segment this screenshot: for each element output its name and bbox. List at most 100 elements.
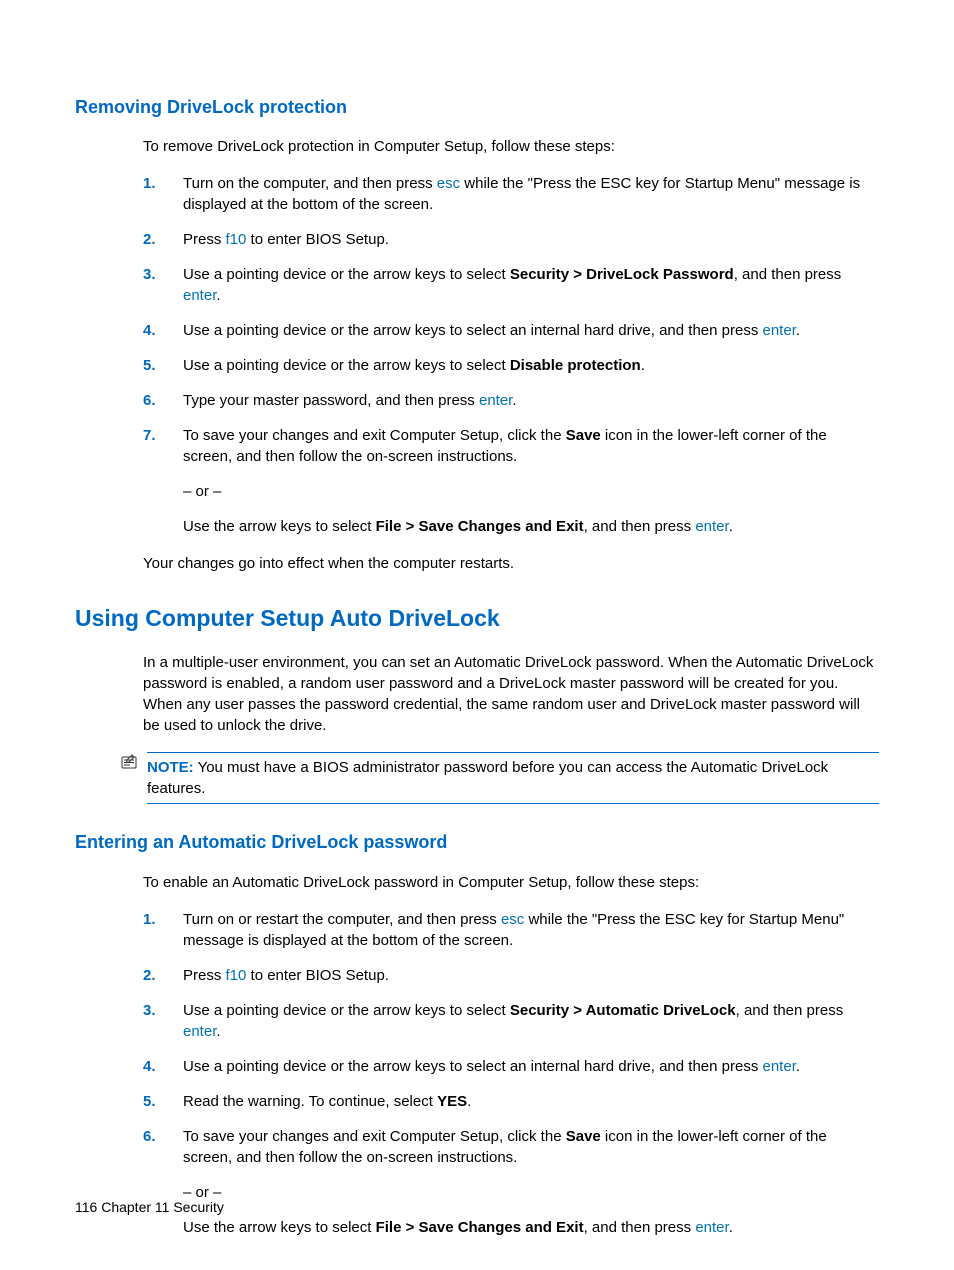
- step: 7. To save your changes and exit Compute…: [143, 425, 879, 537]
- text: Use a pointing device or the arrow keys …: [183, 1002, 510, 1019]
- heading-removing-drivelock: Removing DriveLock protection: [75, 95, 879, 120]
- step-body: Type your master password, and then pres…: [183, 390, 879, 411]
- section3-steps: 1. Turn on or restart the computer, and …: [143, 909, 879, 1238]
- chapter-label: Chapter 11 Security: [97, 1199, 224, 1215]
- bold-text: Save: [566, 1128, 601, 1145]
- step-number: 7.: [143, 425, 183, 537]
- text: , and then press: [584, 1219, 696, 1236]
- text: Turn on or restart the computer, and the…: [183, 911, 501, 928]
- step: 2. Press f10 to enter BIOS Setup.: [143, 965, 879, 986]
- text: Use a pointing device or the arrow keys …: [183, 266, 510, 283]
- text: Press: [183, 967, 226, 984]
- bold-text: File > Save Changes and Exit: [376, 1219, 584, 1236]
- text: Use a pointing device or the arrow keys …: [183, 357, 510, 374]
- step-body: Use a pointing device or the arrow keys …: [183, 264, 879, 306]
- text: .: [729, 518, 733, 535]
- text: .: [796, 322, 800, 339]
- step: 3. Use a pointing device or the arrow ke…: [143, 264, 879, 306]
- or-separator: – or –: [183, 1182, 879, 1203]
- step-body: Turn on the computer, and then press esc…: [183, 173, 879, 215]
- text: .: [467, 1093, 471, 1110]
- text: .: [796, 1058, 800, 1075]
- note-icon: [121, 754, 141, 776]
- text: .: [641, 357, 645, 374]
- text: To save your changes and exit Computer S…: [183, 1128, 566, 1145]
- step-number: 2.: [143, 229, 183, 250]
- note: NOTE: You must have a BIOS administrator…: [121, 752, 879, 804]
- section1-body: To remove DriveLock protection in Comput…: [143, 136, 879, 574]
- section1-outro: Your changes go into effect when the com…: [143, 553, 879, 574]
- text: .: [216, 287, 220, 304]
- step: 1. Turn on or restart the computer, and …: [143, 909, 879, 951]
- bold-text: YES: [437, 1093, 467, 1110]
- text: Use the arrow keys to select: [183, 518, 376, 535]
- step-number: 6.: [143, 1126, 183, 1238]
- heading-auto-drivelock: Using Computer Setup Auto DriveLock: [75, 602, 879, 634]
- step-body: Use a pointing device or the arrow keys …: [183, 1000, 879, 1042]
- key-enter: enter: [763, 322, 796, 339]
- heading-entering-auto-drivelock: Entering an Automatic DriveLock password: [75, 830, 879, 855]
- step-number: 1.: [143, 909, 183, 951]
- step-body: To save your changes and exit Computer S…: [183, 425, 879, 537]
- step-body: To save your changes and exit Computer S…: [183, 1126, 879, 1238]
- step-body: Read the warning. To continue, select YE…: [183, 1091, 879, 1112]
- text: To save your changes and exit Computer S…: [183, 427, 566, 444]
- step-number: 3.: [143, 1000, 183, 1042]
- text: .: [216, 1023, 220, 1040]
- text: Use a pointing device or the arrow keys …: [183, 322, 763, 339]
- text: Turn on the computer, and then press: [183, 175, 437, 192]
- text: to enter BIOS Setup.: [246, 231, 389, 248]
- step-number: 2.: [143, 965, 183, 986]
- bold-text: Security > DriveLock Password: [510, 266, 734, 283]
- step: 5. Use a pointing device or the arrow ke…: [143, 355, 879, 376]
- key-f10: f10: [226, 231, 247, 248]
- text: Use the arrow keys to select: [183, 1219, 376, 1236]
- bold-text: Disable protection: [510, 357, 641, 374]
- section1-intro: To remove DriveLock protection in Comput…: [143, 136, 879, 157]
- step-body: Use a pointing device or the arrow keys …: [183, 355, 879, 376]
- step-body: Turn on or restart the computer, and the…: [183, 909, 879, 951]
- step-number: 1.: [143, 173, 183, 215]
- section3-intro: To enable an Automatic DriveLock passwor…: [143, 872, 879, 893]
- key-f10: f10: [226, 967, 247, 984]
- key-enter: enter: [695, 1219, 728, 1236]
- step-number: 5.: [143, 355, 183, 376]
- section2-intro: In a multiple-user environment, you can …: [143, 652, 879, 736]
- document-page: Removing DriveLock protection To remove …: [0, 0, 954, 1270]
- step: 3. Use a pointing device or the arrow ke…: [143, 1000, 879, 1042]
- step: 6. Type your master password, and then p…: [143, 390, 879, 411]
- text: Read the warning. To continue, select: [183, 1093, 437, 1110]
- key-esc: esc: [501, 911, 524, 928]
- text: .: [729, 1219, 733, 1236]
- step-number: 6.: [143, 390, 183, 411]
- note-label: NOTE:: [147, 759, 194, 776]
- text: , and then press: [736, 1002, 844, 1019]
- text: , and then press: [584, 518, 696, 535]
- section2-body: In a multiple-user environment, you can …: [143, 652, 879, 736]
- step-body: Use a pointing device or the arrow keys …: [183, 1056, 879, 1077]
- text: .: [512, 392, 516, 409]
- text: Press: [183, 231, 226, 248]
- step: 6. To save your changes and exit Compute…: [143, 1126, 879, 1238]
- text: Type your master password, and then pres…: [183, 392, 479, 409]
- key-enter: enter: [695, 518, 728, 535]
- key-esc: esc: [437, 175, 460, 192]
- or-separator: – or –: [183, 481, 879, 502]
- page-number: 116: [75, 1199, 97, 1215]
- bold-text: Security > Automatic DriveLock: [510, 1002, 736, 1019]
- step: 2. Press f10 to enter BIOS Setup.: [143, 229, 879, 250]
- text: to enter BIOS Setup.: [246, 967, 389, 984]
- step: 4. Use a pointing device or the arrow ke…: [143, 1056, 879, 1077]
- step-body: Use a pointing device or the arrow keys …: [183, 320, 879, 341]
- bold-text: Save: [566, 427, 601, 444]
- text: Use a pointing device or the arrow keys …: [183, 1058, 763, 1075]
- step-body: Press f10 to enter BIOS Setup.: [183, 965, 879, 986]
- key-enter: enter: [183, 287, 216, 304]
- step-body: Press f10 to enter BIOS Setup.: [183, 229, 879, 250]
- step: 5. Read the warning. To continue, select…: [143, 1091, 879, 1112]
- step-number: 5.: [143, 1091, 183, 1112]
- step-number: 3.: [143, 264, 183, 306]
- note-box: NOTE: You must have a BIOS administrator…: [147, 752, 879, 804]
- step-number: 4.: [143, 1056, 183, 1077]
- section3-body: To enable an Automatic DriveLock passwor…: [143, 872, 879, 1238]
